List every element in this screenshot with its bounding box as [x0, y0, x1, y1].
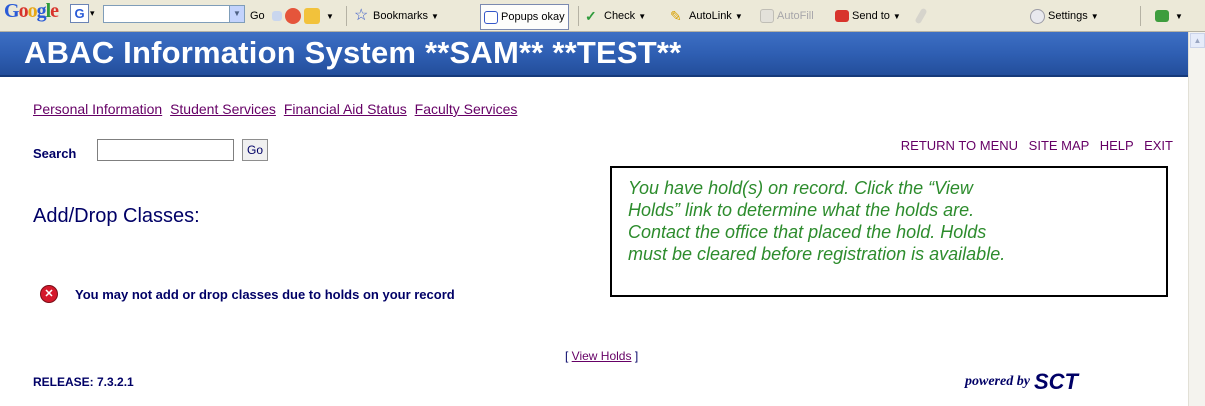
send-icon: [835, 10, 849, 22]
autolink-button[interactable]: ✎ AutoLink ▼: [670, 5, 743, 27]
search-input[interactable]: [97, 139, 234, 161]
view-holds-link[interactable]: View Holds: [572, 349, 632, 363]
callout-line: You have hold(s) on record. Click the “V…: [628, 178, 973, 198]
error-x-icon: ✕: [40, 285, 58, 303]
google-toolbar: Google G ▾ ▼ Go ▼ ☆ Bookmarks ▼ Popups oka…: [0, 0, 1205, 32]
bookmarks-button[interactable]: ☆ Bookmarks ▼: [354, 5, 439, 27]
vertical-scrollbar[interactable]: ▲: [1188, 32, 1205, 406]
separator: [578, 6, 579, 26]
sct-logo: SCT: [1033, 369, 1078, 394]
news-icon[interactable]: [304, 8, 320, 24]
toolbar-search-input[interactable]: ▼: [103, 5, 245, 23]
spellcheck-button[interactable]: ✓ Check ▼: [585, 5, 646, 27]
callout-line: must be cleared before registration is a…: [628, 244, 1006, 264]
return-to-menu-link[interactable]: RETURN TO MENU: [901, 138, 1018, 153]
page-banner-title: ABAC Information System **SAM** **TEST**: [24, 35, 682, 70]
google-logo[interactable]: Google: [4, 0, 59, 23]
highlighter-icon: [914, 7, 928, 25]
holds-callout: You have hold(s) on record. Click the “V…: [610, 166, 1168, 297]
callout-line: Contact the office that placed the hold.…: [628, 222, 987, 242]
header-banner: ABAC Information System **SAM** **TEST**: [0, 32, 1188, 77]
scroll-up-icon[interactable]: ▲: [1190, 33, 1205, 48]
toolbar-options-button[interactable]: ▼: [1155, 5, 1183, 27]
settings-button[interactable]: Settings ▼: [1030, 5, 1099, 27]
options-icon: [1155, 10, 1169, 22]
magic-wand-icon: ✎: [670, 8, 682, 24]
nav-personal-information[interactable]: Personal Information: [33, 101, 162, 117]
highlight-button[interactable]: [914, 5, 928, 27]
main-nav: Personal Information Student Services Fi…: [33, 101, 521, 117]
nav-student-services[interactable]: Student Services: [170, 101, 276, 117]
exit-link[interactable]: EXIT: [1144, 138, 1173, 153]
error-message: You may not add or drop classes due to h…: [75, 287, 455, 302]
callout-line: Holds” link to determine what the holds …: [628, 200, 975, 220]
page-title: Add/Drop Classes:: [33, 205, 200, 227]
toolbar-go-button[interactable]: Go: [250, 5, 265, 27]
popups-button[interactable]: Popups okay: [480, 4, 569, 30]
checkmark-icon: ✓: [585, 8, 597, 24]
arrows-icon[interactable]: [272, 11, 282, 21]
chevron-down-icon[interactable]: ▾: [90, 8, 95, 19]
google-g-icon[interactable]: G: [70, 4, 89, 23]
popup-icon: [484, 10, 498, 24]
nav-financial-aid-status[interactable]: Financial Aid Status: [284, 101, 407, 117]
separator: [1140, 6, 1141, 26]
view-holds-wrapper: [ View Holds ]: [565, 349, 639, 363]
powered-by-text: powered by: [965, 374, 1030, 389]
toolbar-extra-icons[interactable]: ▼: [272, 5, 334, 27]
star-icon: ☆: [354, 7, 369, 24]
site-map-link[interactable]: SITE MAP: [1029, 138, 1089, 153]
sendto-button[interactable]: Send to ▼: [835, 5, 901, 27]
help-link[interactable]: HELP: [1100, 138, 1134, 153]
pagerank-icon[interactable]: [285, 8, 301, 24]
release-label: RELEASE: 7.3.2.1: [33, 375, 134, 389]
search-label: Search: [33, 146, 77, 161]
search-go-button[interactable]: Go: [242, 139, 268, 161]
powered-by-sct-logo: powered by SCT: [965, 368, 1078, 396]
settings-circle-icon: [1030, 8, 1045, 24]
autofill-icon: [760, 9, 774, 23]
separator: [346, 6, 347, 26]
autofill-button[interactable]: AutoFill: [760, 5, 814, 27]
utility-links: RETURN TO MENU SITE MAP HELP EXIT: [894, 138, 1173, 153]
nav-faculty-services[interactable]: Faculty Services: [415, 101, 518, 117]
dropdown-arrow-icon[interactable]: ▼: [229, 6, 244, 22]
